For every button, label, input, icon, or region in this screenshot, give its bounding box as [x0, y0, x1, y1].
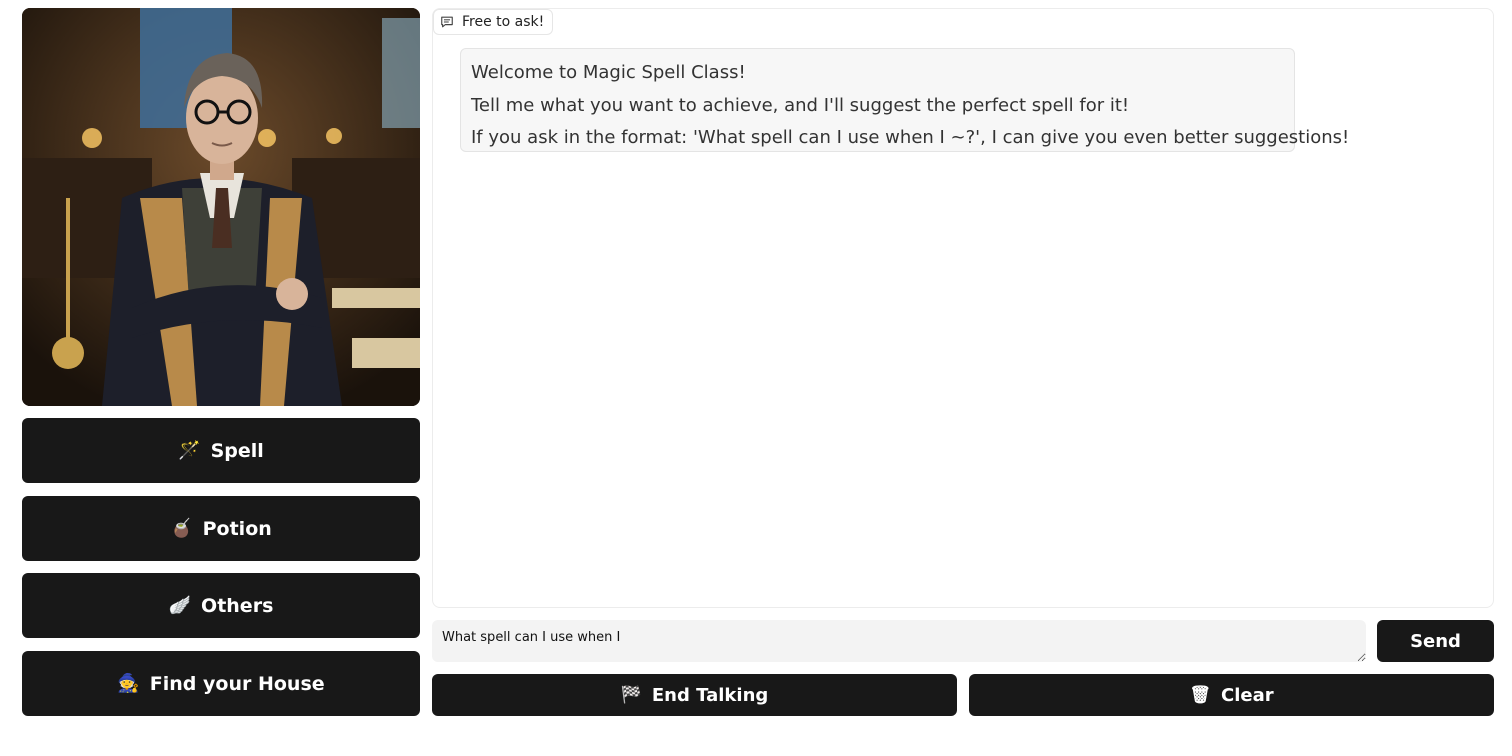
wizard-hat-icon: 🧙: [117, 673, 140, 694]
spell-button[interactable]: 🪄 Spell: [22, 418, 420, 483]
find-your-house-button[interactable]: 🧙 Find your House: [22, 651, 420, 716]
spell-button-label: Spell: [210, 439, 264, 462]
chatbot-label: Free to ask!: [433, 9, 554, 35]
trash-bin-icon: 🗑: [1189, 685, 1211, 705]
professor-portrait-image: [22, 8, 420, 406]
end-talking-label: End Talking: [651, 684, 769, 706]
end-talking-button[interactable]: 🏁 End Talking: [432, 674, 957, 716]
bot-message-line: Welcome to Magic Spell Class!: [471, 62, 746, 83]
golden-snitch-icon: 🪽: [168, 595, 192, 616]
chat-bubble-icon: [441, 16, 453, 28]
others-button-label: Others: [201, 594, 274, 617]
find-your-house-button-label: Find your House: [149, 672, 325, 695]
clear-button[interactable]: 🗑 Clear: [969, 674, 1494, 716]
potion-button[interactable]: 🧉 Potion: [22, 496, 420, 561]
message-input[interactable]: [432, 620, 1366, 662]
others-button[interactable]: 🪽 Others: [22, 573, 420, 638]
chatbot-label-text: Free to ask!: [462, 14, 545, 30]
bot-message-bubble: Welcome to Magic Spell Class! Tell me wh…: [460, 48, 1350, 152]
chatbot-panel: Free to ask! Welcome to Magic Spell Clas…: [432, 8, 1494, 608]
potion-button-label: Potion: [202, 517, 272, 540]
bot-message-line: Tell me what you want to achieve, and I'…: [471, 94, 1130, 116]
checkered-flag-icon: 🏁: [620, 685, 642, 705]
potion-icon: 🧉: [170, 518, 193, 539]
magic-wand-icon: 🪄: [178, 440, 201, 461]
bot-message-line: If you ask in the format: 'What spell ca…: [471, 127, 1350, 148]
clear-label: Clear: [1220, 684, 1274, 706]
app-root: 🪄 Spell 🧉 Potion 🪽 Others 🧙 Find your Ho…: [0, 0, 1512, 756]
send-button[interactable]: Send: [1377, 620, 1494, 662]
